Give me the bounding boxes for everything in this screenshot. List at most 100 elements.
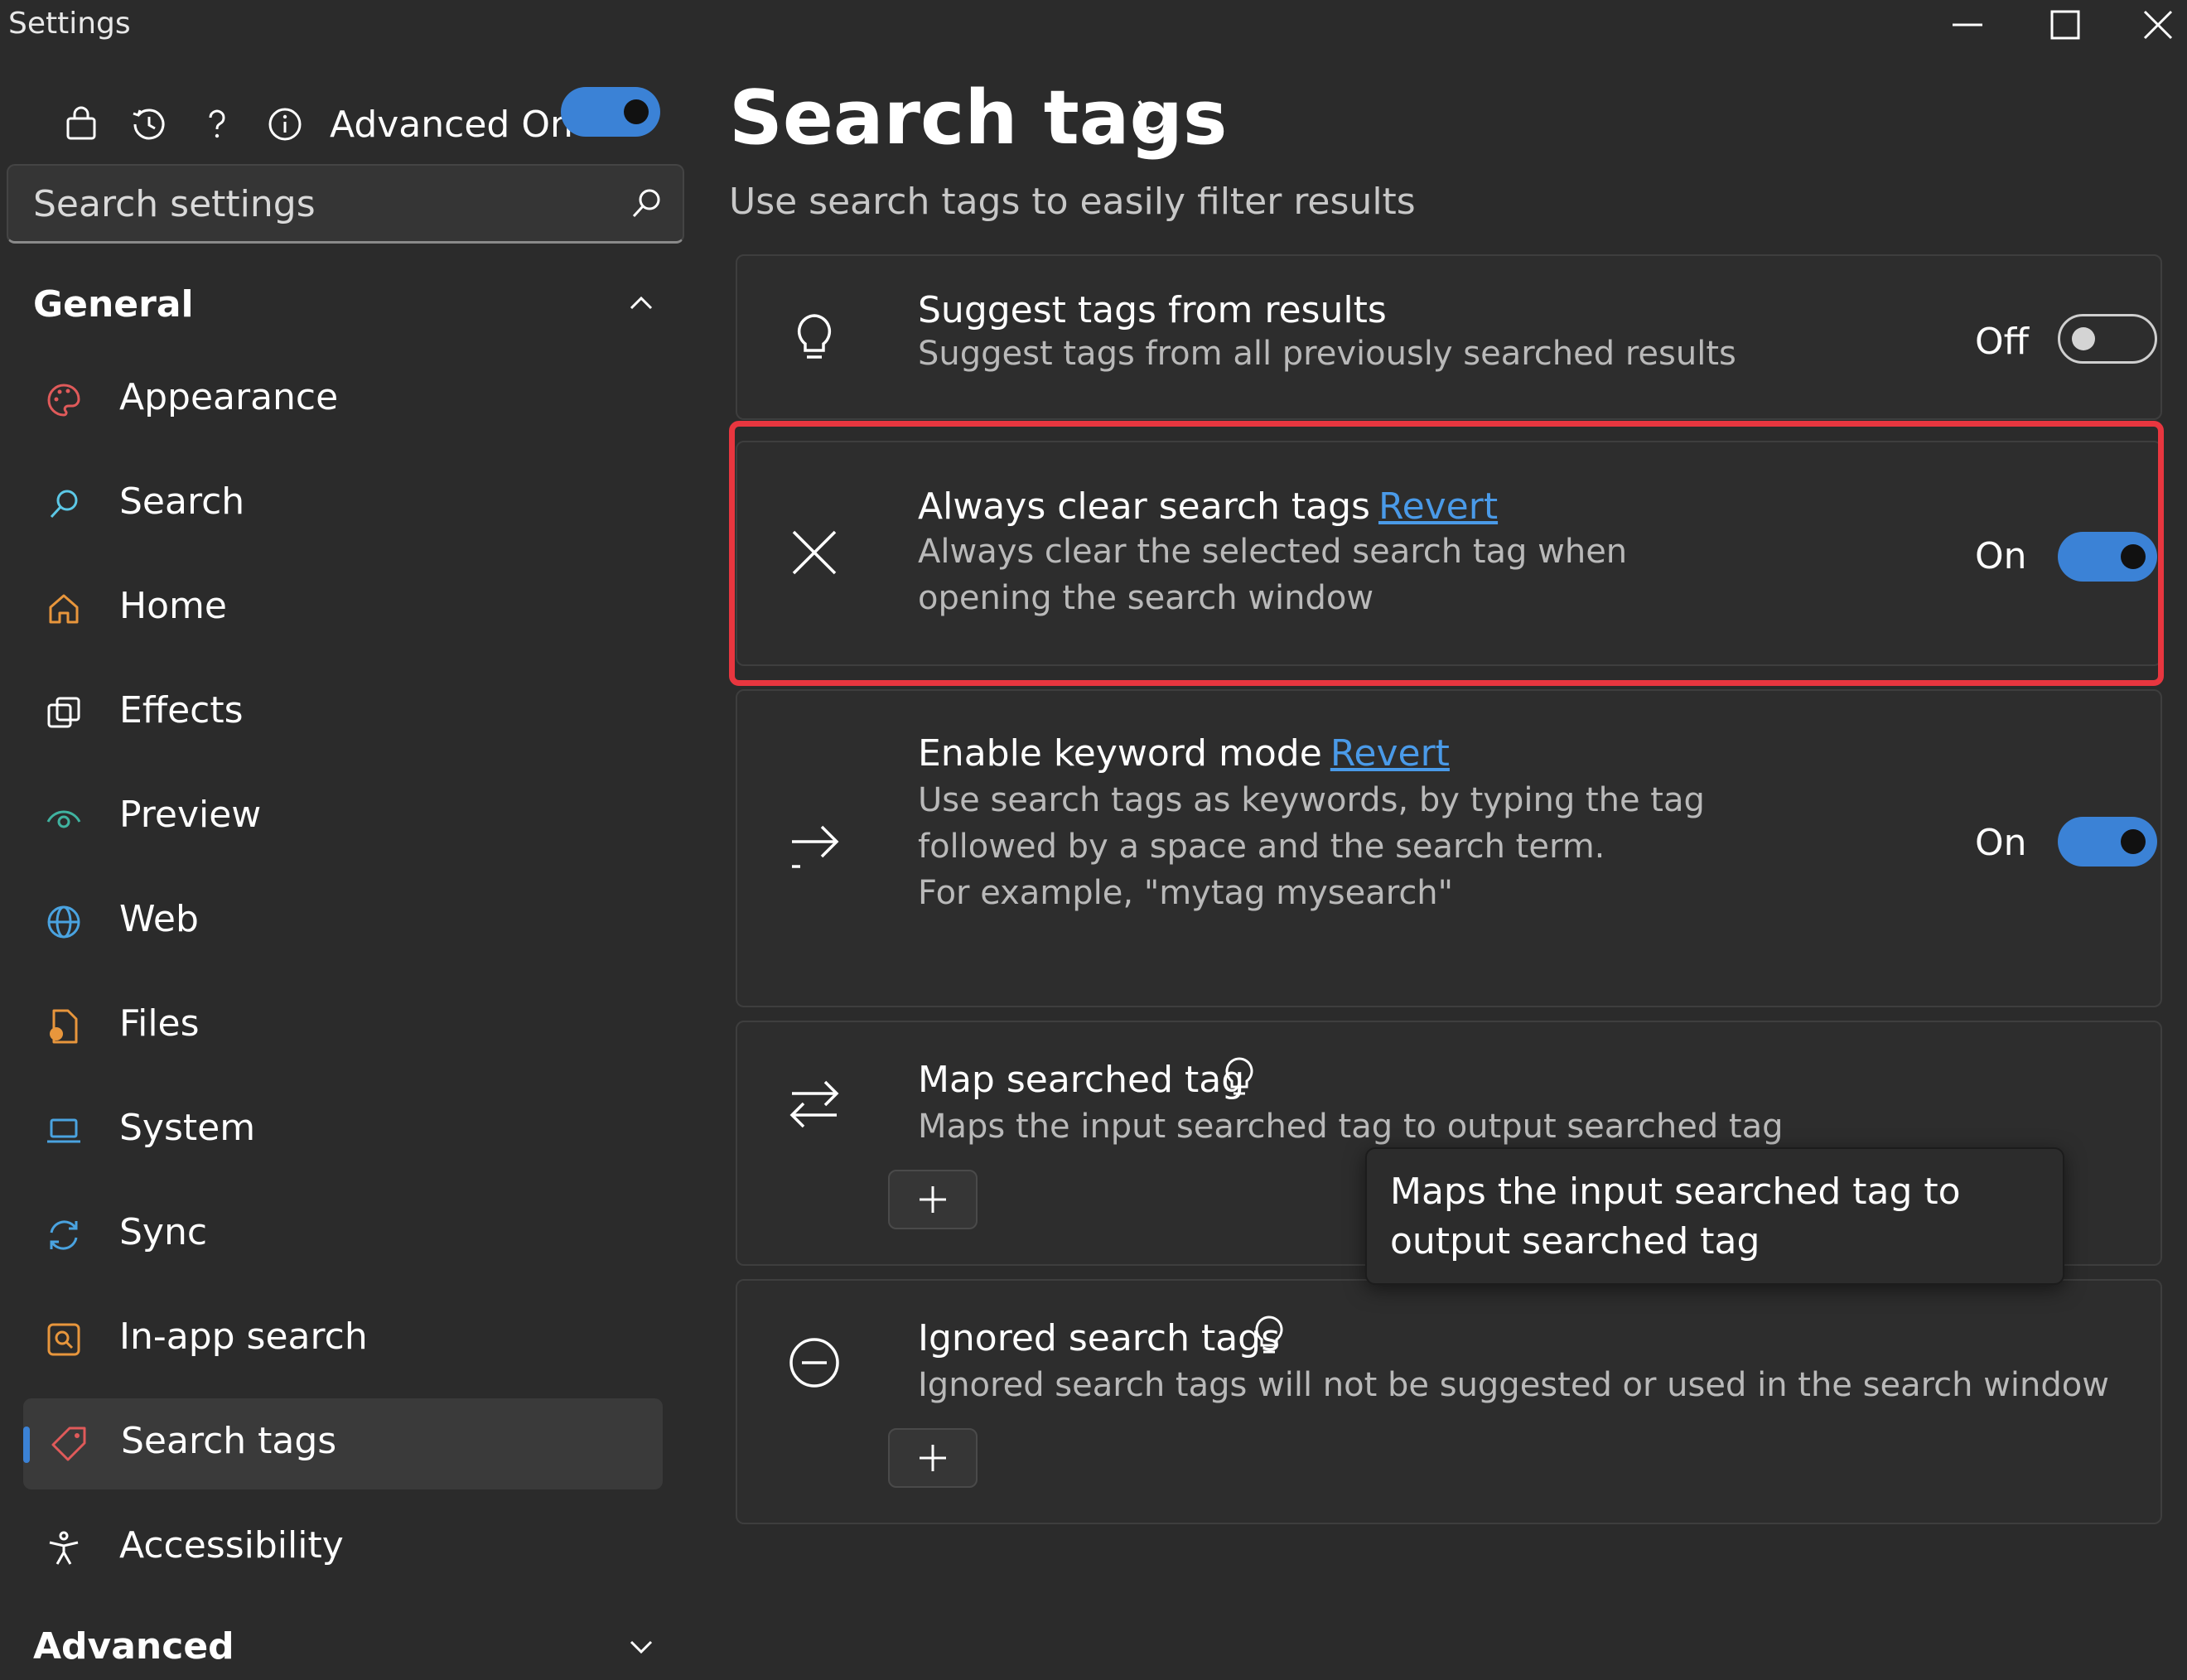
sidebar-item-label: Effects: [119, 689, 244, 731]
selected-indicator: [23, 1427, 30, 1463]
setting-title-text: Enable keyword mode: [918, 732, 1322, 775]
toggle-knob: [624, 99, 649, 124]
minimize-icon: [1953, 23, 1982, 27]
lightbulb-icon: [797, 314, 832, 359]
sidebar-item-home[interactable]: Home: [23, 563, 663, 654]
main-content: Search tags Use search tags to easily fi…: [712, 50, 2187, 1680]
setting-ignored-search-tags: Ignored search tags Ignored search tags …: [736, 1279, 2162, 1524]
search-settings-box: [7, 164, 684, 244]
setting-description: Ignored search tags will not be suggeste…: [918, 1366, 2109, 1404]
sidebar-item-sync[interactable]: Sync: [23, 1190, 663, 1281]
sidebar-item-system[interactable]: System: [23, 1085, 663, 1176]
tip-lightbulb-icon[interactable]: [1251, 1314, 1287, 1359]
chevron-down-icon[interactable]: [625, 1630, 658, 1663]
add-ignored-tag-button[interactable]: [888, 1428, 978, 1488]
setting-title: Suggest tags from results: [918, 289, 1387, 331]
page-subtitle: Use search tags to easily filter results: [729, 181, 1416, 223]
sidebar-item-label: Accessibility: [119, 1524, 344, 1567]
help-button[interactable]: [186, 93, 249, 156]
sidebar-item-accessibility[interactable]: Accessibility: [23, 1503, 663, 1594]
swap-arrows-icon: [789, 1080, 839, 1128]
toggle-knob: [2121, 829, 2146, 854]
toggle-knob: [2072, 327, 2095, 350]
setting-title: Map searched tag: [918, 1059, 1245, 1101]
tooltip: Maps the input searched tag to output se…: [1365, 1147, 2064, 1285]
help-question-icon: [209, 109, 225, 138]
arrow-right-icon: [792, 825, 839, 868]
chevron-up-icon[interactable]: [625, 287, 658, 320]
suggest-tags-toggle[interactable]: [2058, 314, 2157, 364]
section-advanced-label[interactable]: Advanced: [33, 1625, 234, 1668]
in-app-search-icon: [47, 1323, 80, 1356]
sidebar-item-files[interactable]: Files: [23, 981, 663, 1072]
setting-description-line: Use search tags as keywords, by typing t…: [918, 781, 1705, 819]
reset-icon[interactable]: [1131, 93, 1177, 139]
store-button[interactable]: [50, 93, 113, 156]
sidebar-item-label: Sync: [119, 1211, 208, 1253]
section-general-label[interactable]: General: [33, 283, 194, 326]
accessibility-icon: [49, 1531, 79, 1565]
close-icon: [2143, 10, 2173, 40]
sidebar-item-label: Search tags: [121, 1420, 337, 1462]
tag-icon: [51, 1427, 86, 1461]
toggle-state-label: On: [1975, 822, 2027, 864]
search-icon[interactable]: [628, 186, 664, 222]
sidebar-item-label: Preview: [119, 794, 262, 836]
palette-icon: [47, 384, 80, 417]
setting-description: Suggest tags from all previously searche…: [918, 335, 1736, 373]
sidebar-item-search[interactable]: Search: [23, 459, 663, 550]
add-mapping-button[interactable]: [888, 1170, 978, 1229]
advanced-mode-label: Advanced On: [330, 103, 573, 146]
revert-link[interactable]: Revert: [1330, 732, 1450, 775]
tip-lightbulb-icon[interactable]: [1221, 1055, 1258, 1100]
laptop-icon: [47, 1118, 80, 1143]
setting-title: Enable keyword mode Revert: [918, 732, 1450, 775]
home-icon: [49, 594, 79, 624]
maximize-button[interactable]: [2024, 0, 2107, 50]
shopping-bag-icon: [66, 106, 96, 140]
setting-title: Ignored search tags: [918, 1317, 1281, 1359]
sidebar: Advanced On General Appearance Search Ho…: [0, 50, 696, 1680]
sidebar-item-search-tags[interactable]: Search tags: [23, 1398, 663, 1489]
history-icon: [133, 109, 165, 140]
sync-icon: [50, 1220, 78, 1250]
minimize-button[interactable]: [1926, 0, 2009, 50]
sidebar-item-label: Appearance: [119, 376, 339, 418]
sidebar-item-label: Home: [119, 585, 227, 627]
minus-circle-icon: [789, 1338, 839, 1388]
plus-icon: [920, 1445, 946, 1471]
sidebar-item-label: In-app search: [119, 1316, 368, 1358]
sidebar-item-label: Search: [119, 480, 245, 523]
globe-icon: [47, 905, 80, 939]
advanced-mode-toggle[interactable]: [561, 87, 660, 137]
keyword-mode-toggle[interactable]: [2058, 817, 2157, 867]
info-icon: [268, 108, 302, 141]
file-icon: [50, 1009, 78, 1044]
history-button[interactable]: [118, 93, 181, 156]
setting-description-line: For example, "mytag mysearch": [918, 874, 1454, 912]
highlight-box: [729, 421, 2164, 686]
sidebar-item-in-app-search[interactable]: In-app search: [23, 1294, 663, 1385]
sidebar-toolbar: Advanced On: [50, 87, 573, 162]
effects-icon: [47, 697, 80, 728]
window-title: Settings: [8, 7, 131, 41]
sidebar-item-web[interactable]: Web: [23, 876, 663, 968]
setting-description: Maps the input searched tag to output se…: [918, 1108, 1784, 1146]
sidebar-item-label: System: [119, 1107, 256, 1149]
setting-description: Use search tags as keywords, by typing t…: [918, 777, 1705, 916]
plus-icon: [920, 1186, 946, 1213]
search-icon: [50, 490, 78, 519]
title-bar: Settings: [0, 0, 2187, 50]
sidebar-item-effects[interactable]: Effects: [23, 668, 663, 759]
sidebar-item-label: Web: [119, 898, 199, 940]
sidebar-item-preview[interactable]: Preview: [23, 772, 663, 863]
setting-keyword-mode: Enable keyword mode Revert Use search tag…: [736, 689, 2162, 1007]
setting-suggest-tags: Suggest tags from results Suggest tags f…: [736, 254, 2162, 420]
info-button[interactable]: [253, 93, 316, 156]
sidebar-item-label: Files: [119, 1002, 200, 1045]
toggle-state-label: Off: [1975, 321, 2029, 363]
close-window-button[interactable]: [2117, 0, 2187, 50]
maximize-icon: [2050, 10, 2080, 40]
search-settings-input[interactable]: [33, 166, 613, 242]
sidebar-item-appearance[interactable]: Appearance: [23, 355, 663, 446]
